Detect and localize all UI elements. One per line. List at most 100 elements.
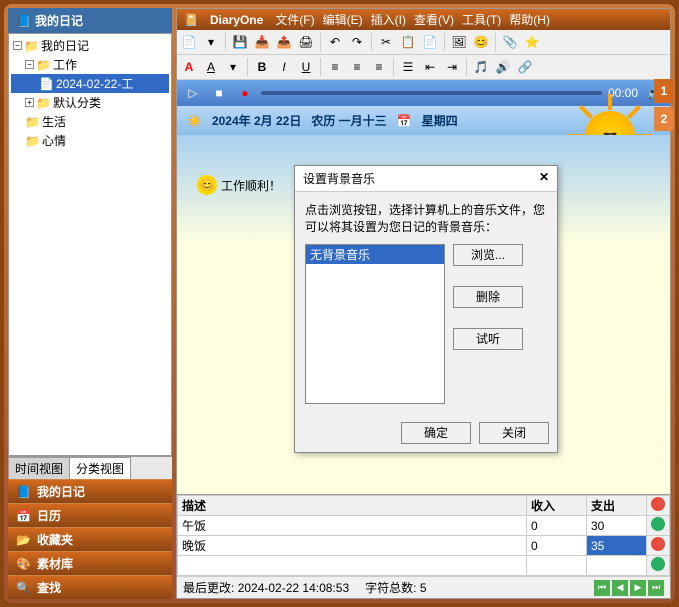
menu-insert[interactable]: 插入(I) xyxy=(371,11,406,28)
dialog-title: 设置背景音乐 xyxy=(303,170,375,187)
music-item-none[interactable]: 无背景音乐 xyxy=(306,245,444,264)
tree-default[interactable]: + 📁 默认分类 xyxy=(11,93,169,112)
file-icon: 📄 xyxy=(39,77,54,91)
date-weekday: 星期四 xyxy=(422,112,458,129)
side-tab-1[interactable]: 1 xyxy=(654,79,674,103)
close-icon[interactable]: ✕ xyxy=(539,170,549,187)
align-center-icon[interactable]: ≡ xyxy=(347,57,367,77)
ok-button[interactable]: 确定 xyxy=(401,422,471,444)
tab-time-view[interactable]: 时间视图 xyxy=(8,457,70,479)
copy-icon[interactable]: 📋 xyxy=(398,32,418,52)
undo-icon[interactable]: ↶ xyxy=(325,32,345,52)
dropdown-icon[interactable]: ▾ xyxy=(201,32,221,52)
diary-tree[interactable]: − 📁 我的日记 − 📁 工作 📄 2024-02-22-工 + 📁 默认分类 … xyxy=(8,33,172,456)
tree-life[interactable]: 📁 生活 xyxy=(11,112,169,131)
align-right-icon[interactable]: ≡ xyxy=(369,57,389,77)
italic-icon[interactable]: I xyxy=(274,57,294,77)
expand-icon[interactable]: + xyxy=(25,98,34,107)
music-icon[interactable]: 🎵 xyxy=(471,57,491,77)
underline-icon[interactable]: U xyxy=(296,57,316,77)
star-icon[interactable]: ⭐ xyxy=(522,32,542,52)
table-row[interactable]: 晚饭 0 35 xyxy=(178,536,670,556)
image-icon[interactable]: 🖼 xyxy=(449,32,469,52)
nav-label: 我的日记 xyxy=(37,483,85,500)
bold-icon[interactable]: B xyxy=(252,57,272,77)
tree-entry[interactable]: 📄 2024-02-22-工 xyxy=(11,74,169,93)
app-icon: 📔 xyxy=(183,13,198,27)
outdent-icon[interactable]: ⇤ xyxy=(420,57,440,77)
diary-text[interactable]: 工作顺利！ xyxy=(221,177,281,194)
tree-mood[interactable]: 📁 心情 xyxy=(11,131,169,150)
stop-icon[interactable]: ■ xyxy=(209,83,229,103)
separator xyxy=(466,58,467,76)
next-icon[interactable]: ▶ xyxy=(630,580,646,596)
font-icon[interactable]: A xyxy=(201,57,221,77)
calendar-icon[interactable]: 📅 xyxy=(397,114,412,128)
menu-help[interactable]: 帮助(H) xyxy=(509,11,550,28)
paste-icon[interactable]: 📄 xyxy=(420,32,440,52)
tree-work[interactable]: − 📁 工作 xyxy=(11,55,169,74)
collapse-icon[interactable]: − xyxy=(25,60,34,69)
close-button[interactable]: 关闭 xyxy=(479,422,549,444)
tab-category-view[interactable]: 分类视图 xyxy=(69,457,131,479)
menu-view[interactable]: 查看(V) xyxy=(414,11,454,28)
cell-expense[interactable]: 35 xyxy=(587,536,647,556)
cell-expense[interactable]: 30 xyxy=(587,516,647,536)
cell-income[interactable]: 0 xyxy=(527,516,587,536)
audio-slider[interactable] xyxy=(261,91,602,95)
export-icon[interactable]: 📤 xyxy=(274,32,294,52)
tree-root[interactable]: − 📁 我的日记 xyxy=(11,36,169,55)
menu-file[interactable]: 文件(F) xyxy=(275,11,314,28)
add-icon[interactable] xyxy=(651,517,665,531)
delete-button[interactable]: 删除 xyxy=(453,286,523,308)
collapse-icon[interactable]: − xyxy=(13,41,22,50)
cut-icon[interactable]: ✂ xyxy=(376,32,396,52)
nav-diary[interactable]: 📘我的日记 xyxy=(8,479,172,503)
prev-icon[interactable]: ◀ xyxy=(612,580,628,596)
attach-icon[interactable]: 📎 xyxy=(500,32,520,52)
browse-button[interactable]: 浏览... xyxy=(453,244,523,266)
nav-calendar[interactable]: 📅日历 xyxy=(8,503,172,527)
table-row-empty[interactable] xyxy=(178,556,670,576)
status-modified: 最后更改: 2024-02-22 14:08:53 xyxy=(183,579,349,596)
search-icon: 🔍 xyxy=(16,581,31,595)
nav-label: 日历 xyxy=(37,507,61,524)
sound-icon[interactable]: 🔊 xyxy=(493,57,513,77)
nav-favorites[interactable]: 📂收藏夹 xyxy=(8,527,172,551)
last-icon[interactable]: ⏭ xyxy=(648,580,664,596)
redo-icon[interactable]: ↷ xyxy=(347,32,367,52)
record-icon[interactable]: ● xyxy=(235,83,255,103)
confirm-icon[interactable] xyxy=(651,557,665,571)
menu-tools[interactable]: 工具(T) xyxy=(462,11,501,28)
align-left-icon[interactable]: ≡ xyxy=(325,57,345,77)
link-icon[interactable]: 🔗 xyxy=(515,57,535,77)
nav-materials[interactable]: 🎨素材库 xyxy=(8,551,172,575)
table-row[interactable]: 午饭 0 30 xyxy=(178,516,670,536)
font-color-icon[interactable]: A xyxy=(179,57,199,77)
list-icon[interactable]: ☰ xyxy=(398,57,418,77)
weather-icon[interactable]: ☀️ xyxy=(187,114,202,128)
import-icon[interactable]: 📥 xyxy=(252,32,272,52)
preview-button[interactable]: 试听 xyxy=(453,328,523,350)
nav-search[interactable]: 🔍查找 xyxy=(8,575,172,599)
menu-edit[interactable]: 编辑(E) xyxy=(323,11,363,28)
save-icon[interactable]: 💾 xyxy=(230,32,250,52)
music-list[interactable]: 无背景音乐 xyxy=(305,244,445,404)
cell-income[interactable]: 0 xyxy=(527,536,587,556)
remove-icon[interactable] xyxy=(651,537,665,551)
side-tab-2[interactable]: 2 xyxy=(654,107,674,131)
smiley-icon: 😊 xyxy=(197,175,217,195)
cell-desc[interactable]: 晚饭 xyxy=(178,536,527,556)
folder-icon: 📁 xyxy=(24,39,39,53)
menu-bar: 文件(F) 编辑(E) 插入(I) 查看(V) 工具(T) 帮助(H) xyxy=(275,11,550,28)
emoji-icon[interactable]: 😊 xyxy=(471,32,491,52)
new-icon[interactable]: 📄 xyxy=(179,32,199,52)
delete-icon[interactable] xyxy=(651,497,665,511)
play-icon[interactable]: ▷ xyxy=(183,83,203,103)
cell-desc[interactable]: 午饭 xyxy=(178,516,527,536)
print-icon[interactable]: 🖨 xyxy=(296,32,316,52)
first-icon[interactable]: ⏮ xyxy=(594,580,610,596)
dropdown-icon[interactable]: ▾ xyxy=(223,57,243,77)
indent-icon[interactable]: ⇥ xyxy=(442,57,462,77)
tree-label: 生活 xyxy=(42,113,66,130)
